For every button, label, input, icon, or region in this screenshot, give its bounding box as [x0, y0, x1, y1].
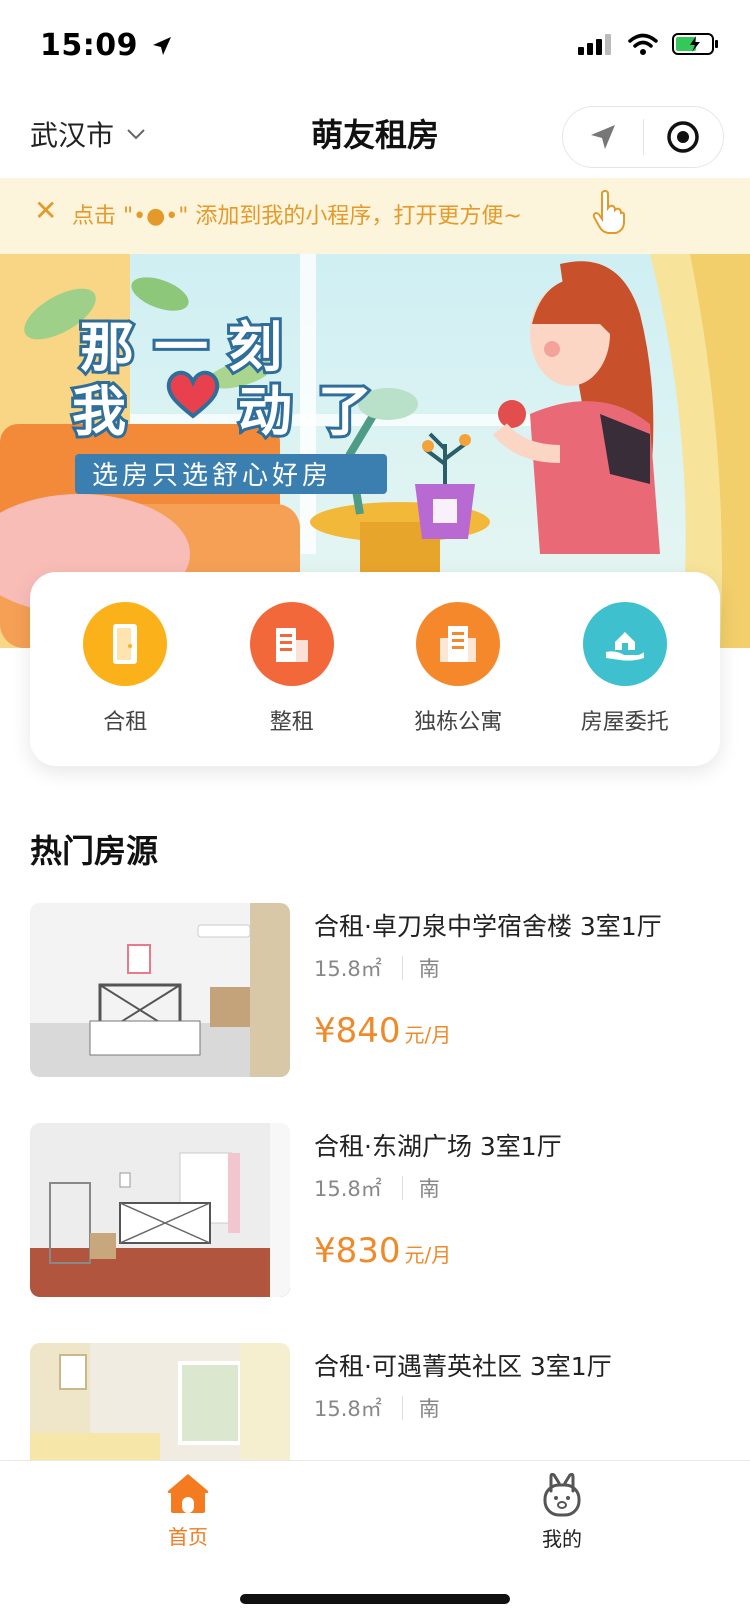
- listing-item[interactable]: 合租·东湖广场 3室1厅 15.8㎡ 南 ¥830 元/月: [30, 1123, 720, 1297]
- category-shared-rent[interactable]: 合租: [50, 602, 200, 766]
- tab-mine-label: 我的: [542, 1527, 582, 1551]
- price-unit: 元/月: [404, 1243, 452, 1267]
- hero-line2b: 动了: [238, 380, 398, 443]
- listing-meta: 15.8㎡ 南: [314, 1173, 440, 1203]
- target-icon: [667, 121, 699, 153]
- listing-meta: 15.8㎡ 南: [314, 1393, 440, 1423]
- meta-divider: [401, 956, 403, 980]
- navbar: 武汉市 萌友租房: [0, 92, 750, 178]
- meta-divider: [401, 1396, 403, 1420]
- category-label: 合租: [103, 710, 148, 735]
- listing-title: 合租·东湖广场 3室1厅: [314, 1132, 562, 1161]
- status-bar: 15:09: [0, 0, 750, 92]
- listing-price: ¥840 元/月: [314, 1011, 451, 1051]
- door-icon: [113, 624, 138, 664]
- category-circle: [582, 602, 667, 686]
- pointing-hand-icon: [592, 190, 625, 234]
- category-card: 合租 整租 独栋公寓 房屋委托: [30, 572, 720, 766]
- city-label: 武汉市: [30, 119, 115, 152]
- listing-photo: [30, 1123, 290, 1297]
- meta-divider: [401, 1176, 403, 1200]
- category-label: 整租: [269, 710, 314, 735]
- listing-price: ¥830 元/月: [314, 1231, 451, 1271]
- listing-orientation: 南: [418, 957, 440, 981]
- battery-icon: [672, 33, 718, 55]
- listing-orientation: 南: [418, 1397, 440, 1421]
- building-icon: [275, 628, 308, 662]
- category-label: 房屋委托: [580, 710, 669, 735]
- hero-line1: 那一刻: [80, 316, 302, 379]
- listing-area: 15.8㎡: [314, 1397, 382, 1421]
- signal-icon: [578, 34, 611, 55]
- category-circle: [83, 602, 168, 686]
- bunny-icon: [543, 1472, 581, 1517]
- close-miniprogram-button[interactable]: [644, 107, 724, 167]
- home-icon: [167, 1474, 209, 1513]
- home-indicator: [240, 1594, 510, 1604]
- locate-button[interactable]: [563, 107, 643, 167]
- category-circle: [416, 602, 501, 686]
- tab-mine[interactable]: 我的: [462, 1471, 662, 1552]
- add-miniprogram-tip: ✕ 点击 "•●•" 添加到我的小程序，打开更方便~: [0, 178, 750, 254]
- city-selector[interactable]: 武汉市: [30, 114, 146, 154]
- location-arrow-icon: [152, 37, 171, 55]
- listing-meta: 15.8㎡ 南: [314, 953, 440, 983]
- price-value: ¥840: [314, 1011, 401, 1051]
- tip-close-button[interactable]: ✕: [34, 194, 57, 227]
- listing-area: 15.8㎡: [314, 957, 382, 981]
- hero-line2a: 我: [72, 380, 126, 443]
- listing-area: 15.8㎡: [314, 1177, 382, 1201]
- listing-item[interactable]: 合租·卓刀泉中学宿舍楼 3室1厅 15.8㎡ 南 ¥840 元/月: [30, 903, 720, 1077]
- mini-program-capsule: [562, 106, 724, 168]
- listing-title: 合租·卓刀泉中学宿舍楼 3室1厅: [314, 912, 662, 941]
- price-unit: 元/月: [404, 1023, 452, 1047]
- tab-home-label: 首页: [168, 1525, 208, 1549]
- tab-home[interactable]: 首页: [88, 1471, 288, 1550]
- listing-title: 合租·可遇菁英社区 3室1厅: [314, 1352, 612, 1381]
- hand-house-icon: [605, 632, 644, 661]
- apartment-icon: [440, 626, 477, 662]
- category-circle: [249, 602, 334, 686]
- tip-text: 点击 "•●•" 添加到我的小程序，打开更方便~: [72, 204, 522, 229]
- wifi-icon: [628, 33, 658, 55]
- category-whole-rent[interactable]: 整租: [217, 602, 367, 766]
- hero-subtitle: 选房只选舒心好房: [92, 461, 332, 491]
- price-value: ¥830: [314, 1231, 401, 1271]
- chevron-down-icon: [127, 129, 145, 140]
- category-label: 独栋公寓: [414, 710, 503, 735]
- category-apartment[interactable]: 独栋公寓: [383, 602, 533, 766]
- category-entrust[interactable]: 房屋委托: [550, 602, 700, 766]
- listing-orientation: 南: [418, 1177, 440, 1201]
- status-time: 15:09: [40, 28, 173, 63]
- status-time-text: 15:09: [40, 28, 138, 63]
- navigation-arrow-icon: [590, 125, 615, 149]
- section-title: 热门房源: [30, 832, 159, 870]
- listing-photo: [30, 903, 290, 1077]
